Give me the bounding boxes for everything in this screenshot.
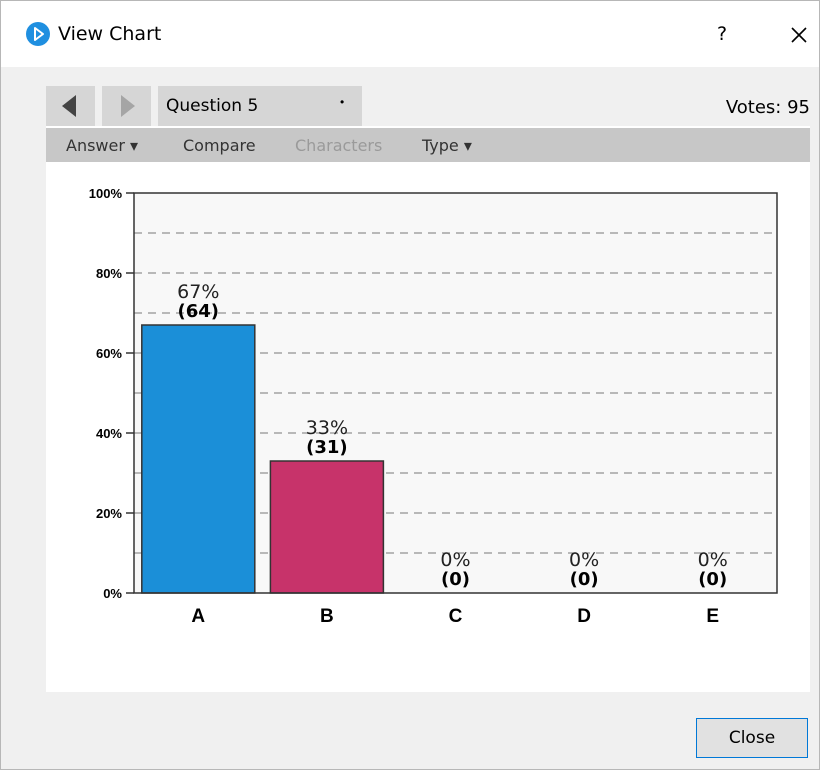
bar-count-label: (64) bbox=[178, 301, 220, 322]
x-tick-label: D bbox=[577, 606, 591, 627]
close-icon[interactable] bbox=[783, 19, 815, 51]
view-chart-dialog: View Chart ? Question 5 • Votes: 95 Answ… bbox=[0, 0, 820, 770]
y-tick-label: 40% bbox=[96, 426, 122, 441]
bar-percent-label: 33% bbox=[306, 417, 348, 439]
bar-count-label: (0) bbox=[698, 569, 727, 590]
y-tick-label: 60% bbox=[96, 346, 122, 361]
bar-b bbox=[269, 460, 385, 594]
y-tick-label: 20% bbox=[96, 506, 122, 521]
x-tick-label: A bbox=[191, 606, 205, 627]
x-tick-label: E bbox=[706, 606, 719, 627]
chart-panel: Question 5 • Votes: 95 Answer ▾ Compare … bbox=[46, 86, 810, 692]
x-tick-label: C bbox=[449, 606, 463, 627]
close-button[interactable]: Close bbox=[696, 718, 808, 758]
bar-percent-label: 0% bbox=[569, 549, 599, 571]
bar-count-label: (31) bbox=[306, 437, 348, 458]
y-tick-label: 80% bbox=[96, 266, 122, 281]
help-button[interactable]: ? bbox=[707, 19, 737, 49]
y-tick-label: 0% bbox=[103, 586, 122, 601]
bar-percent-label: 0% bbox=[698, 549, 728, 571]
bar-chart: 67%(64)A33%(31)B0%(0)C0%(0)D0%(0)E0%20%4… bbox=[89, 186, 778, 627]
bar-percent-label: 0% bbox=[440, 549, 470, 571]
y-tick-label: 100% bbox=[89, 186, 123, 201]
play-icon bbox=[26, 22, 50, 46]
bar-percent-label: 67% bbox=[177, 281, 219, 303]
bar-a bbox=[141, 324, 256, 594]
window-title: View Chart bbox=[58, 23, 162, 45]
x-tick-label: B bbox=[320, 606, 334, 627]
bar-count-label: (0) bbox=[441, 569, 470, 590]
title-bar: View Chart ? bbox=[1, 1, 819, 67]
bar-count-label: (0) bbox=[570, 569, 599, 590]
